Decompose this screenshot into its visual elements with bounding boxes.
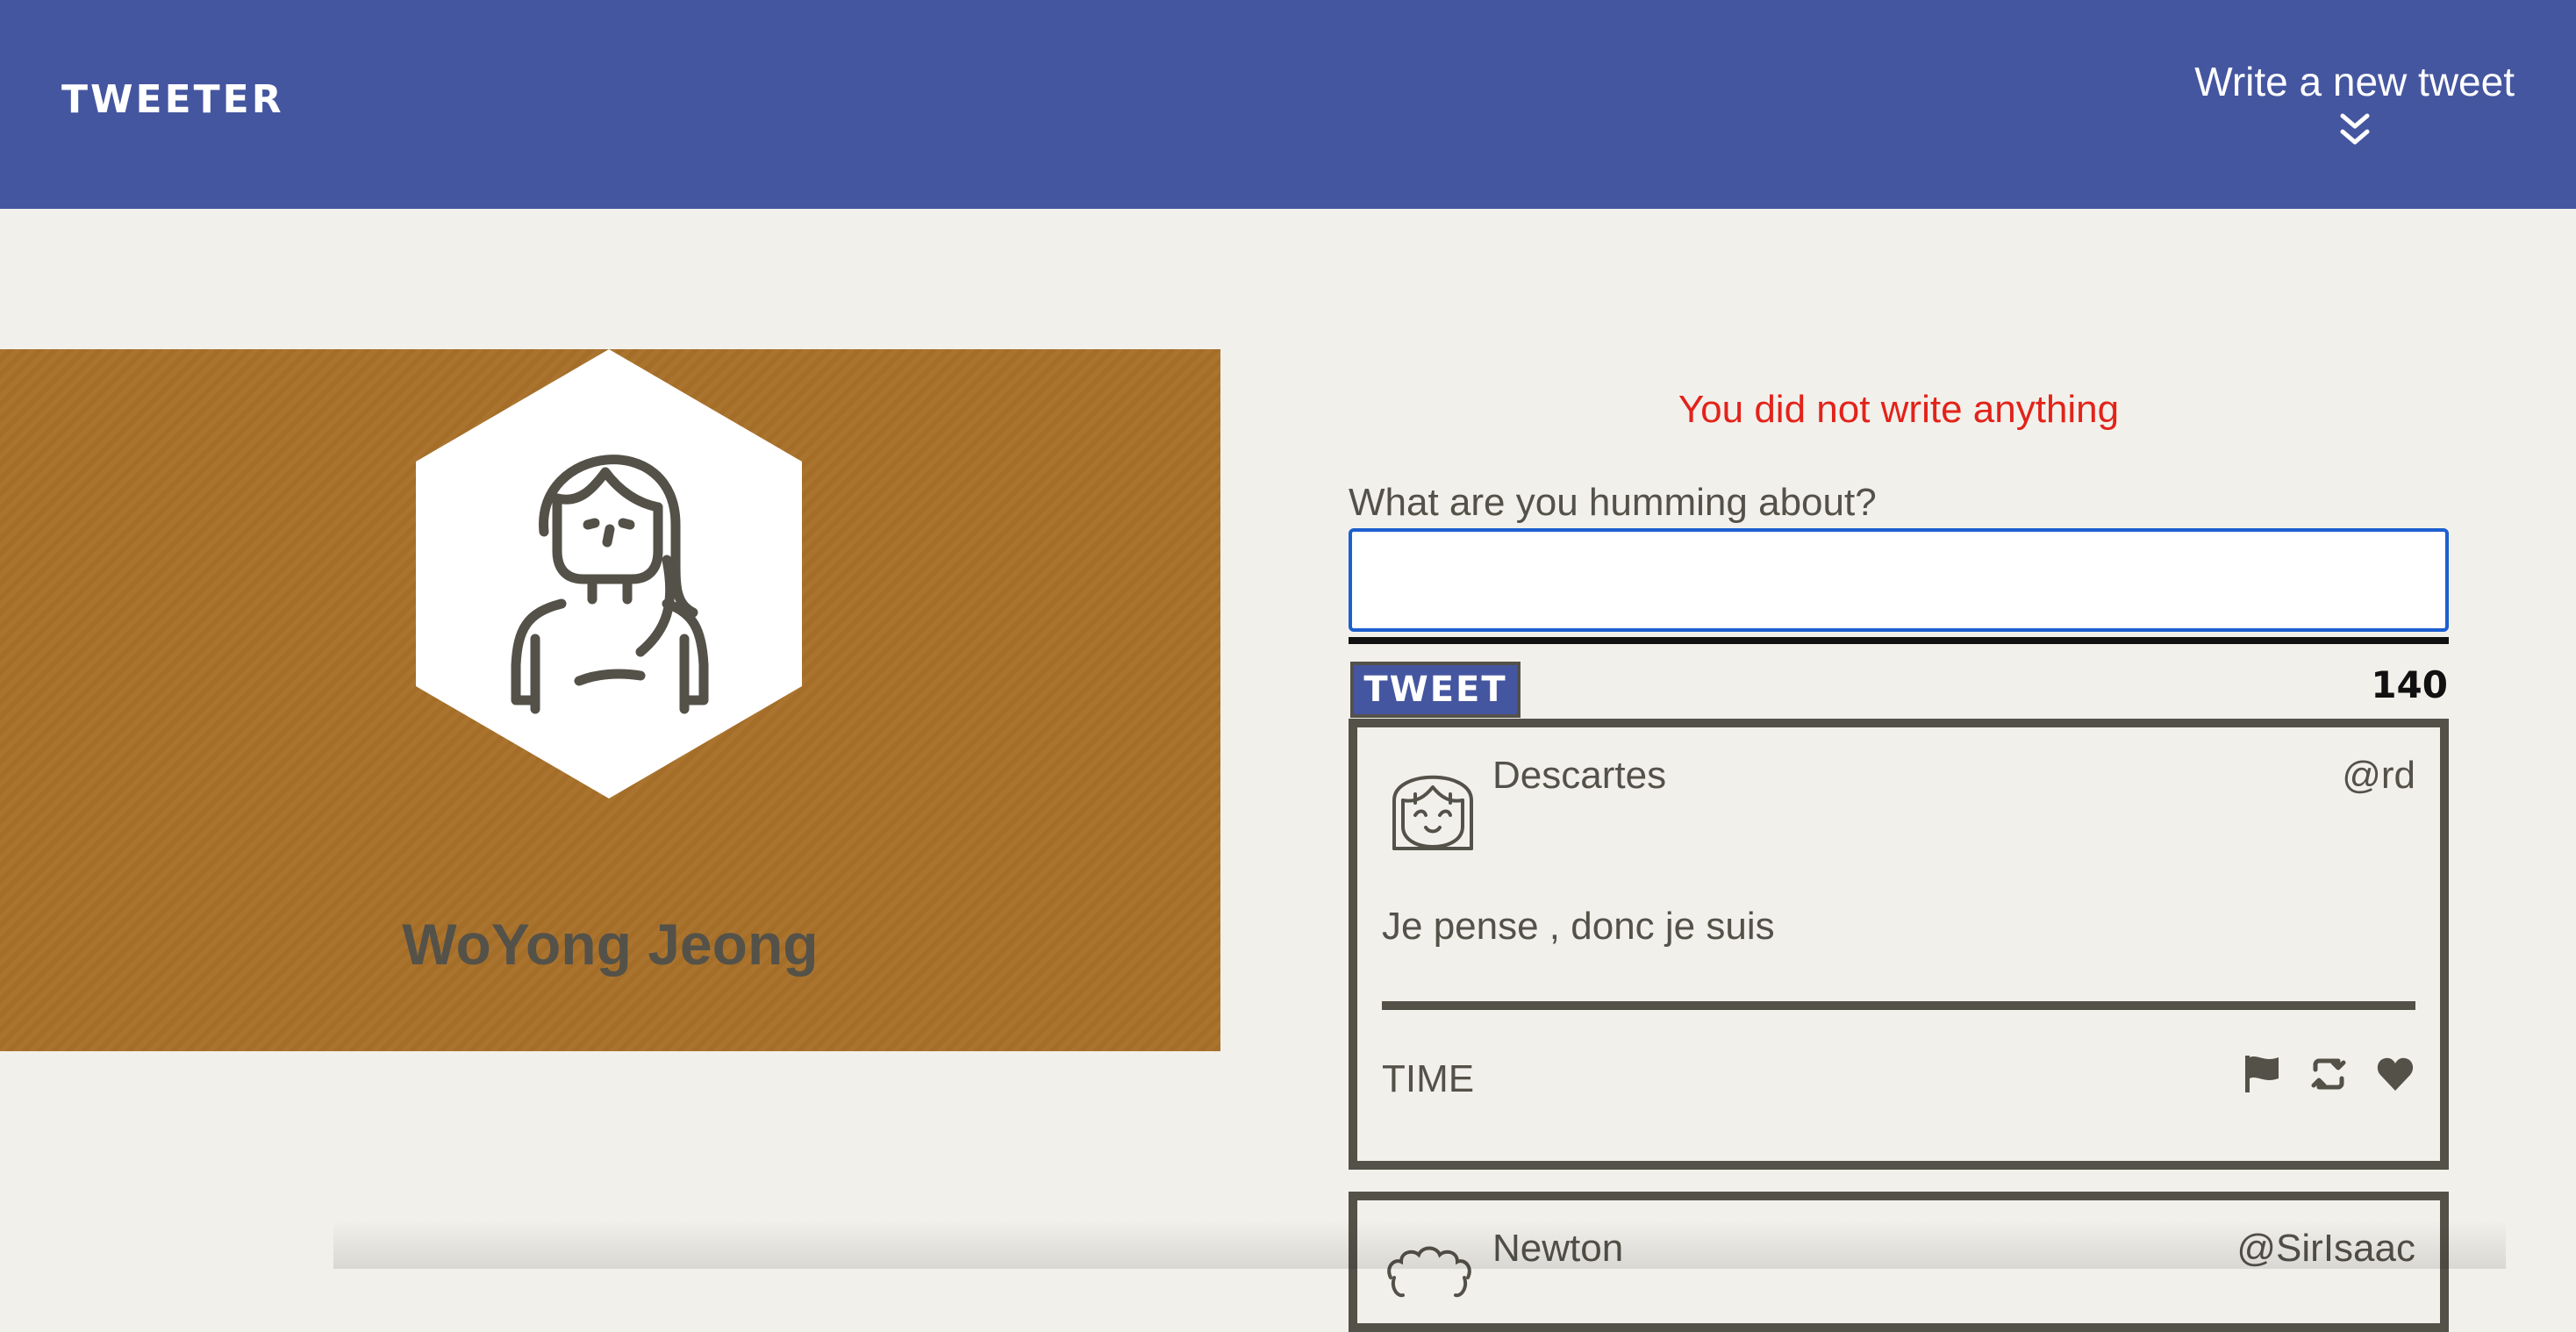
composer-divider [1349,637,2449,644]
tweet-author-handle: @rd [2342,754,2415,797]
write-new-tweet-label[interactable]: Write a new tweet [2194,58,2515,105]
curly-hair-avatar-icon [1387,1246,1471,1298]
character-counter: 140 [2371,663,2448,706]
tweet-divider [1382,1001,2415,1010]
tweet-actions [2242,1054,2415,1094]
tweet-time: TIME [1382,1057,1475,1100]
woman-avatar-icon [416,349,802,798]
tweet-button[interactable]: TWEET [1350,662,1521,718]
double-chevron-down-icon[interactable] [2336,111,2374,149]
flag-icon[interactable] [2242,1054,2282,1094]
tweet-author-name: Descartes [1492,754,1667,797]
tweet-author-handle: @SirIsaac [2236,1227,2415,1270]
profile-name: WoYong Jeong [402,912,819,977]
tweet-card: Descartes @rd Je pense , donc je suis TI… [1349,719,2449,1170]
tweet-text: Je pense , donc je suis [1382,905,1775,948]
profile-card: WoYong Jeong [0,349,1220,1051]
tweet-prompt-label: What are you humming about? [1349,481,1877,524]
brand-logo[interactable]: TWEETER [61,77,284,122]
tweet-author-name: Newton [1492,1227,1624,1270]
heart-icon[interactable] [2375,1054,2415,1094]
tweet-text-input[interactable] [1349,528,2449,632]
error-message: You did not write anything [1678,388,2120,431]
retweet-icon[interactable] [2308,1054,2349,1094]
top-nav: TWEETER Write a new tweet [0,0,2576,209]
write-new-tweet-toggle[interactable]: Write a new tweet [2194,58,2515,149]
smiling-girl-avatar-icon [1392,775,1473,850]
tweet-card: Newton @SirIsaac [1349,1192,2449,1332]
